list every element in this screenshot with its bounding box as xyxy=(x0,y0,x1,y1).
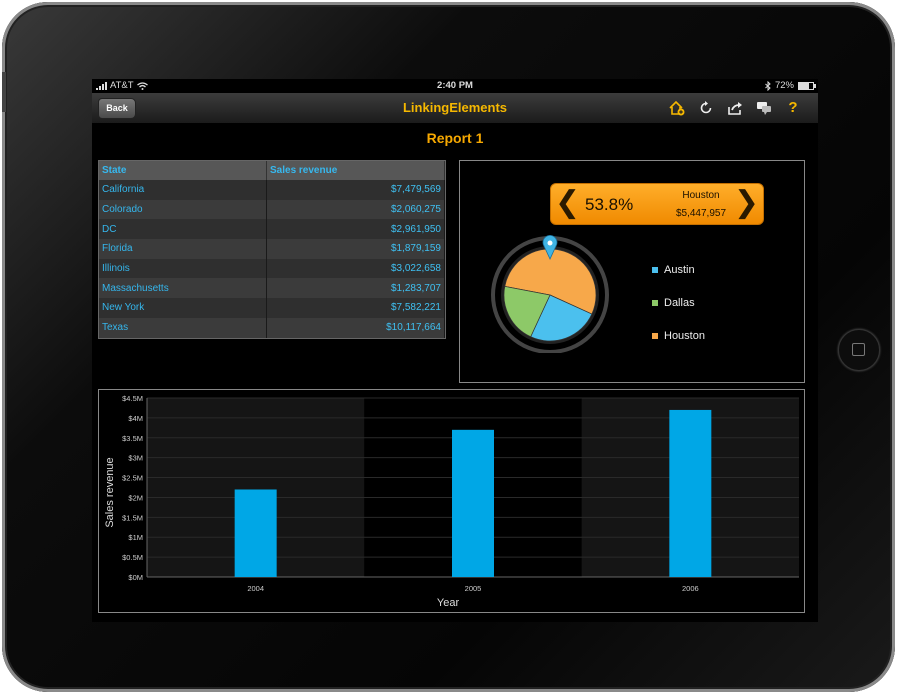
y-tick-label: $3.5M xyxy=(122,434,143,443)
revenue-cell: $1,879,159 xyxy=(266,239,445,259)
legend-item-dallas[interactable]: Dallas xyxy=(652,286,705,319)
ipad-frame: AT&T 2:40 PM 72% Back LinkingElements ? … xyxy=(2,2,895,692)
y-tick-label: $1.5M xyxy=(122,513,143,522)
state-cell: California xyxy=(99,180,267,200)
state-cell: Colorado xyxy=(99,199,267,220)
selected-name: Houston xyxy=(682,190,720,201)
y-tick-label: $2M xyxy=(128,493,143,502)
revenue-cell: $2,961,950 xyxy=(266,219,445,240)
state-cell: Illinois xyxy=(99,258,267,279)
y-tick-label: $0M xyxy=(128,573,143,582)
pie-legend: Austin Dallas Houston xyxy=(652,253,705,352)
battery-percent: 72% xyxy=(774,80,794,91)
table-row[interactable]: Colorado $2,060,275 xyxy=(99,199,445,220)
comments-icon[interactable] xyxy=(755,99,773,117)
table-row[interactable]: California $7,479,569 xyxy=(99,180,445,200)
sales-grid: State Sales revenue California $7,479,569… xyxy=(98,160,446,339)
status-bar: AT&T 2:40 PM 72% xyxy=(92,79,818,93)
column-header-state[interactable]: State xyxy=(99,161,267,180)
bar-chart[interactable]: $0M $0.5M $1M $1.5M $2M $2.5M $3M $3.5M $4M $4.5M… xyxy=(99,390,804,612)
table-row[interactable]: New York $7,582,221 xyxy=(99,298,445,318)
home-square-icon xyxy=(852,343,865,356)
table-row[interactable]: Texas $10,117,664 xyxy=(99,317,445,338)
state-cell: Florida xyxy=(99,239,267,259)
y-tick-label: $0.5M xyxy=(122,553,143,562)
legend-item-austin[interactable]: Austin xyxy=(652,253,705,286)
legend-item-houston[interactable]: Houston xyxy=(652,319,705,352)
legend-label: Austin xyxy=(664,263,695,276)
next-slice-button[interactable]: ❯ xyxy=(734,186,759,220)
legend-swatch xyxy=(652,266,658,273)
revenue-cell: $10,117,664 xyxy=(266,317,445,338)
y-tick-label: $2.5M xyxy=(122,474,143,483)
column-header-sales-revenue[interactable]: Sales revenue xyxy=(266,161,445,180)
x-axis-title: Year xyxy=(437,597,460,609)
y-axis-title: Sales revenue xyxy=(104,457,116,527)
pie-chart-panel: ❮ 53.8% Houston $5,447,957 ❯ Austin Dalla… xyxy=(459,160,805,383)
bar-2006[interactable] xyxy=(669,409,712,577)
bar-chart-panel: $0M $0.5M $1M $1.5M $2M $2.5M $3M $3.5M $4M $4.5M… xyxy=(98,389,805,613)
sales-table: State Sales revenue California $7,479,569… xyxy=(99,161,445,338)
help-icon[interactable]: ? xyxy=(784,99,802,117)
state-cell: Massachusetts xyxy=(99,278,267,299)
legend-swatch xyxy=(652,299,658,306)
table-row[interactable]: Florida $1,879,159 xyxy=(99,239,445,259)
x-tick-label: 2004 xyxy=(247,584,264,593)
bar-2005[interactable] xyxy=(452,429,494,577)
legend-swatch xyxy=(652,332,658,339)
x-tick-label: 2005 xyxy=(465,584,482,593)
x-tick-label: 2006 xyxy=(682,584,699,593)
table-header-row: State Sales revenue xyxy=(99,161,445,180)
selected-percent: 53.8% xyxy=(585,195,634,214)
slice-selector: ❮ 53.8% Houston $5,447,957 ❯ xyxy=(550,183,764,225)
pie-chart[interactable] xyxy=(490,233,610,353)
y-tick-label: $4.5M xyxy=(122,394,143,403)
y-tick-label: $4M xyxy=(128,414,143,423)
revenue-cell: $2,060,275 xyxy=(266,199,445,220)
status-time: 2:40 PM xyxy=(437,80,473,91)
app-screen: AT&T 2:40 PM 72% Back LinkingElements ? … xyxy=(92,79,818,622)
y-tick-label: $1M xyxy=(128,533,143,542)
y-tick-label: $3M xyxy=(128,454,143,463)
state-cell: Texas xyxy=(99,317,267,338)
revenue-cell: $1,283,707 xyxy=(266,278,445,299)
table-row[interactable]: Massachusetts $1,283,707 xyxy=(99,278,445,299)
report-title: Report 1 xyxy=(426,130,484,146)
state-cell: New York xyxy=(99,298,267,318)
state-cell: DC xyxy=(99,219,267,240)
table-row[interactable]: DC $2,961,950 xyxy=(99,219,445,240)
navigation-bar: Back LinkingElements ? xyxy=(92,93,818,124)
selected-value: $5,447,957 xyxy=(675,208,727,219)
legend-label: Dallas xyxy=(664,296,695,309)
side-button[interactable] xyxy=(2,72,6,112)
revenue-cell: $7,479,569 xyxy=(266,180,445,200)
battery-icon xyxy=(798,81,816,90)
home-button[interactable] xyxy=(838,329,880,371)
revenue-cell: $3,022,658 xyxy=(266,258,445,279)
revenue-cell: $7,582,221 xyxy=(266,298,445,318)
share-icon[interactable] xyxy=(726,99,744,117)
bluetooth-icon xyxy=(765,80,771,91)
legend-label: Houston xyxy=(664,329,705,342)
previous-slice-button[interactable]: ❮ xyxy=(555,186,580,220)
bar-2004[interactable] xyxy=(234,489,277,577)
home-add-icon[interactable] xyxy=(668,99,686,117)
table-row[interactable]: Illinois $3,022,658 xyxy=(99,258,445,279)
refresh-icon[interactable] xyxy=(697,99,715,117)
